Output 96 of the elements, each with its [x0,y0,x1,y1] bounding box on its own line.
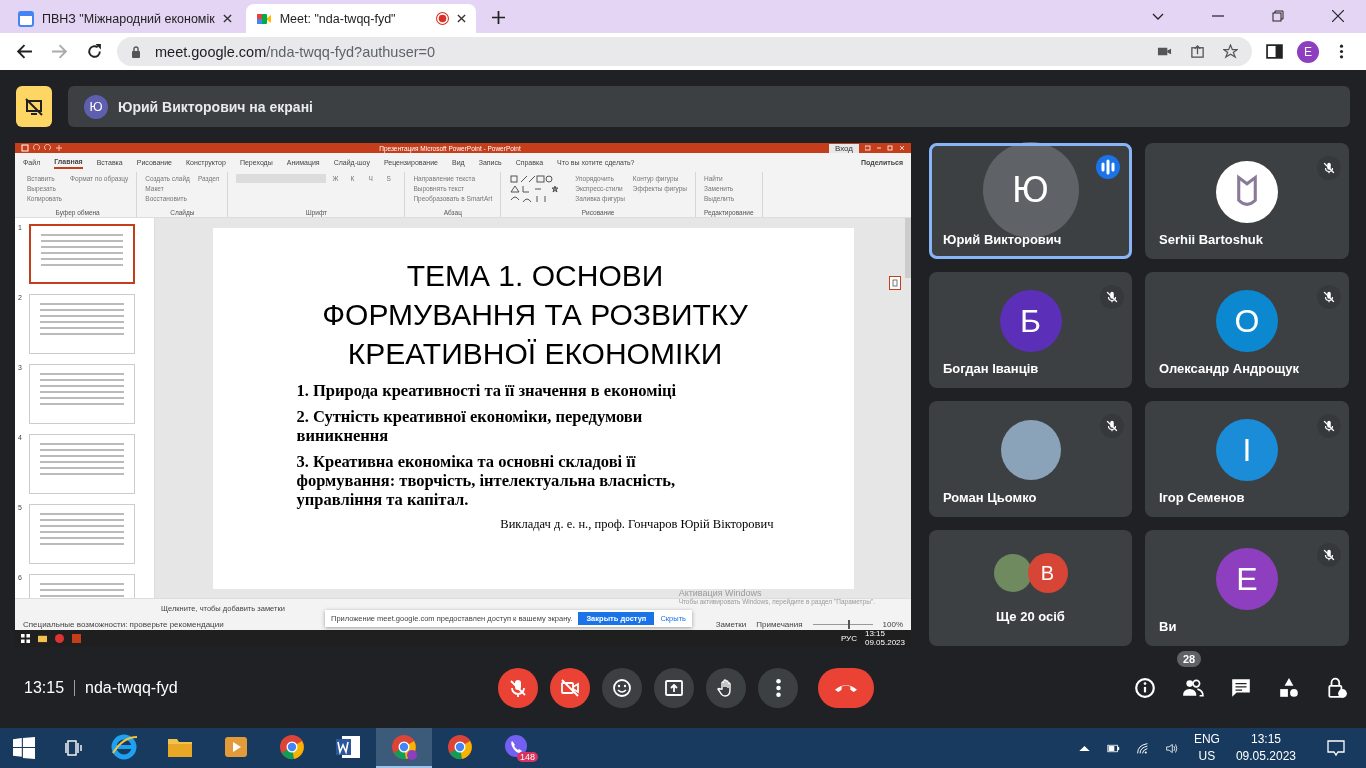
activities-icon[interactable] [1278,676,1300,699]
slide-title: ТЕМА 1. ОСНОВИ ФОРМУВАННЯ ТА РОЗВИТКУ КРЕАТИВНОЇ ЕКОНОМІКИ [321,257,749,372]
slide-thumbnail[interactable] [29,224,135,284]
participant-name: Олександр Андрощук [1159,361,1299,376]
mic-off-icon [508,677,528,698]
avatar: О [1216,290,1278,352]
new-tab-icon[interactable] [491,11,505,24]
browser-tab[interactable]: ПВНЗ "Міжнародний економік [8,4,242,33]
close-icon[interactable] [222,14,232,23]
status-button[interactable]: Заметки [715,619,747,629]
presentation-off-button[interactable] [16,86,52,127]
browser-e-icon [110,733,138,761]
participant-name: Ви [1159,619,1177,634]
share-icon[interactable] [1190,44,1205,59]
meeting-code: nda-twqq-fyd [85,678,178,697]
slide-point: 3. Креативна економіка та основні складові її формування: творчість, інтелектуальна власність, управління та капітал. [296,451,677,509]
messenger-app-button[interactable]: 148 [488,728,544,768]
more-options-icon [775,678,781,697]
camera-off-icon [560,677,580,698]
clock-date[interactable]: 09.05.2023 [1235,748,1296,765]
close-icon[interactable] [1332,10,1344,22]
participant-tile[interactable]: Б Богдан Іванців [929,272,1132,388]
participant-name: Ще 20 осіб [995,609,1066,624]
close-icon[interactable] [456,14,466,23]
meeting-time: 13:15 [24,678,65,697]
hand-button[interactable] [706,667,746,708]
emblem-avatar-icon [1216,161,1278,223]
present-button[interactable] [654,667,694,708]
speaker-icon[interactable] [1164,741,1178,755]
browser-tab[interactable]: Meet: "nda-twqq-fyd" [245,4,476,33]
participant-name: Serhii Bartoshuk [1159,232,1264,247]
language-indicator[interactable]: ENG [1193,731,1220,748]
address-bar[interactable]: meet.google.com/nda-twqq-fyd?authuser=0 [117,37,1252,66]
windows-start-icon[interactable] [21,634,30,643]
audio-level-icon [1096,155,1120,179]
sign-in-button[interactable]: Вход [828,143,859,153]
emoji-icon [612,677,632,698]
participant-tile[interactable]: В Ще 20 осіб [929,530,1132,646]
language-indicator[interactable]: РУС [840,634,857,643]
present-screen-icon [664,677,684,698]
chrome-icon [390,733,418,761]
window-controls-icon[interactable] [865,145,905,151]
end-call-icon [835,683,857,692]
activation-title: Активация Windows [678,588,763,598]
more-button[interactable] [758,667,798,708]
notification-icon[interactable] [1326,738,1346,758]
calendar-icon [18,10,34,27]
participant-tile[interactable]: Роман Цьомко [929,401,1132,517]
lock-icon [131,45,141,58]
profile-avatar[interactable]: E [1297,40,1319,63]
photo-placeholder [993,554,1032,592]
tab-title: Meet: "nda-twqq-fyd" [279,11,397,26]
end-button[interactable] [818,667,874,708]
participant-tile[interactable]: Е Ви [1145,530,1349,646]
chrome-icon [446,733,474,761]
restore-icon[interactable] [1272,10,1284,22]
clock-time: 13:15 [864,630,886,639]
slide-point: 1. Природа креативності та її значення в економіці [296,380,678,400]
region-indicator[interactable]: US [1198,748,1216,765]
participant-tile[interactable]: І Ігор Семенов [1145,401,1349,517]
lock-person-icon[interactable] [1326,676,1348,699]
unread-badge: 148 [516,752,538,762]
info-icon[interactable] [1134,676,1156,699]
word-icon [334,733,362,761]
presenting-text: Юрий Викторович на екрані [118,98,313,115]
participant-name: Ігор Семенов [1159,490,1245,505]
scrollbar[interactable] [905,218,911,278]
accessibility-status[interactable]: Специальные возможности: проверьте рекомендации [23,619,224,629]
avatar: І [1216,419,1278,481]
star-icon[interactable] [1223,44,1238,59]
clock-date: 09.05.2023 [864,638,905,647]
avatar: В [1027,553,1068,593]
participant-tile[interactable]: Serhii Bartoshuk [1145,143,1349,259]
mic-button[interactable] [498,667,538,708]
presentation-off-icon [24,96,44,117]
status-button[interactable]: Примечания [756,619,803,629]
participant-name: Роман Цьомко [943,490,1037,505]
participant-name: Богдан Іванців [943,361,1039,376]
browser-icon[interactable] [55,634,64,643]
avatar: Е [1216,548,1278,610]
clock-time[interactable]: 13:15 [1250,731,1281,748]
camera-button[interactable] [550,667,590,708]
chat-icon[interactable] [1230,676,1252,699]
folder-icon[interactable] [38,634,47,643]
avatar: Ю [84,94,108,119]
comment-icon[interactable] [889,276,901,290]
emoji-button[interactable] [602,667,642,708]
chrome-icon [278,733,306,761]
wifi-icon[interactable] [1135,741,1149,755]
avatar: Б [999,290,1062,352]
slide-point: 2. Сутність креативної економіки, передумови виникнення [296,406,644,445]
zoom-level[interactable]: 100% [882,619,903,629]
lecturer-text: Викладач д. е. н., проф. Гончаров Юрій Вікторович [499,516,775,532]
participant-count-badge: 28 [1177,650,1202,667]
tab-title: ПВНЗ "Міжнародний економік [42,11,215,26]
participant-tile[interactable]: О Олександр Андрощук [1145,272,1349,388]
